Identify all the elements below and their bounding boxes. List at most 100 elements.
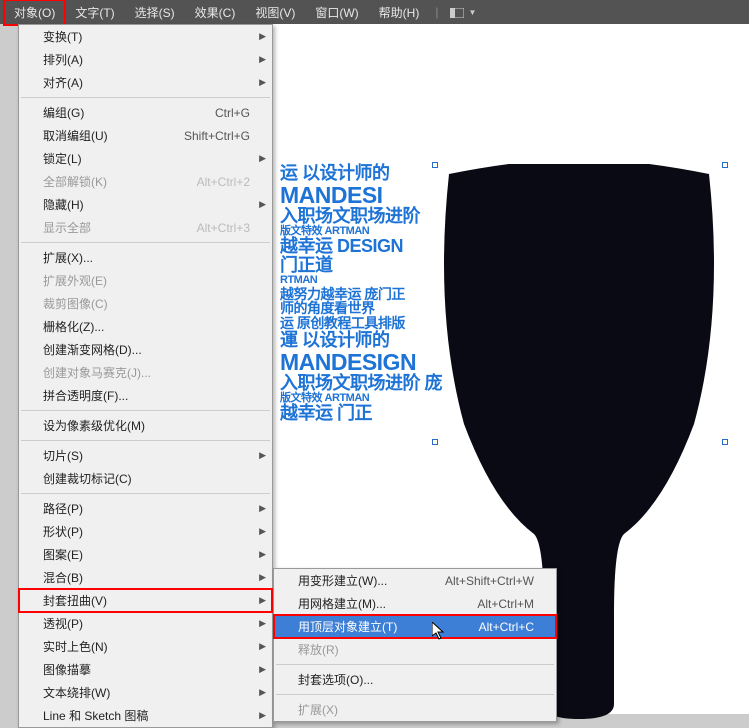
menu-item[interactable]: 封套扭曲(V)▶ xyxy=(19,589,272,612)
submenu-arrow-icon: ▶ xyxy=(259,450,266,461)
menu-item[interactable]: 编组(G) Ctrl+G xyxy=(19,101,272,124)
menu-item[interactable]: 锁定(L) ▶ xyxy=(19,147,272,170)
menu-item-label: Line 和 Sketch 图稿 xyxy=(43,707,148,724)
menu-item-label: 创建裁切标记(C) xyxy=(43,470,132,487)
selection-handle[interactable] xyxy=(432,162,438,168)
menu-item[interactable]: 文本绕排(W) ▶ xyxy=(19,681,272,704)
menu-item[interactable]: 排列(A) ▶ xyxy=(19,48,272,71)
menubar-item[interactable]: 对象(O) xyxy=(4,0,65,25)
menubar-item[interactable]: 视图(V) xyxy=(245,0,305,25)
menu-item-label: 设为像素级优化(M) xyxy=(43,417,145,434)
menu-item-label: 取消编组(U) xyxy=(43,127,108,144)
menu-item[interactable]: 栅格化(Z)... xyxy=(19,315,272,338)
menu-separator xyxy=(21,242,270,243)
menu-item-label: 透视(P) xyxy=(43,615,83,632)
submenu-arrow-icon: ▶ xyxy=(259,503,266,514)
menu-item-label: 锁定(L) xyxy=(43,150,82,167)
submenu-arrow-icon: ▶ xyxy=(259,199,266,210)
menu-item[interactable]: 创建裁切标记(C) xyxy=(19,467,272,490)
menu-item[interactable]: 切片(S) ▶ xyxy=(19,444,272,467)
menu-separator xyxy=(21,97,270,98)
menu-separator xyxy=(21,440,270,441)
menubar-item[interactable]: 选择(S) xyxy=(125,0,185,25)
menu-item[interactable]: 图案(E) ▶ xyxy=(19,543,272,566)
selection-handle[interactable] xyxy=(722,439,728,445)
menu-item[interactable]: 创建渐变网格(D)... xyxy=(19,338,272,361)
menu-item[interactable]: 变换(T)▶ xyxy=(19,25,272,48)
menu-item[interactable]: 图像描摹▶ xyxy=(19,658,272,681)
menu-item-shortcut: Ctrl+G xyxy=(215,106,250,120)
menubar-item[interactable]: 窗口(W) xyxy=(305,0,368,25)
canvas-text-line: MANDESI xyxy=(280,183,442,207)
submenu-arrow-icon: ▶ xyxy=(259,710,266,721)
canvas-text-line: 越幸运 DESIGN xyxy=(280,237,442,256)
menu-item-label: 显示全部 xyxy=(43,219,91,236)
submenu-arrow-icon: ▶ xyxy=(259,31,266,42)
menu-item-shortcut: Alt+Shift+Ctrl+W xyxy=(445,574,534,588)
menu-item[interactable]: 隐藏(H)▶ xyxy=(19,193,272,216)
menubar-item[interactable]: 效果(C) xyxy=(185,0,246,25)
menu-item[interactable]: Line 和 Sketch 图稿 ▶ xyxy=(19,704,272,727)
dropdown-arrow-icon[interactable]: ▼ xyxy=(468,8,476,17)
canvas-text-line: 门正道 xyxy=(280,256,442,275)
menubar: 对象(O)文字(T)选择(S)效果(C)视图(V)窗口(W)帮助(H) | ▼ xyxy=(0,0,749,24)
menu-item-shortcut: Alt+Ctrl+2 xyxy=(197,175,250,189)
menubar-separator: | xyxy=(435,5,438,19)
menu-item[interactable]: 取消编组(U)Shift+Ctrl+G xyxy=(19,124,272,147)
menu-item-label: 文本绕排(W) xyxy=(43,684,110,701)
menu-item[interactable]: 用网格建立(M)...Alt+Ctrl+M xyxy=(274,592,556,615)
menu-item-label: 扩展(X) xyxy=(298,701,338,718)
menu-item-label: 混合(B) xyxy=(43,569,83,586)
menu-item[interactable]: 用变形建立(W)... Alt+Shift+Ctrl+W xyxy=(274,569,556,592)
menu-item[interactable]: 用顶层对象建立(T) Alt+Ctrl+C xyxy=(274,615,556,638)
menu-item[interactable]: 对齐(A)▶ xyxy=(19,71,272,94)
submenu-arrow-icon: ▶ xyxy=(259,54,266,65)
menu-item-label: 切片(S) xyxy=(43,447,83,464)
menu-item[interactable]: 封套选项(O)... xyxy=(274,668,556,691)
menu-item-label: 创建对象马赛克(J)... xyxy=(43,364,151,381)
menu-item[interactable]: 实时上色(N)▶ xyxy=(19,635,272,658)
menu-item: 创建对象马赛克(J)... xyxy=(19,361,272,384)
submenu-arrow-icon: ▶ xyxy=(259,687,266,698)
submenu-arrow-icon: ▶ xyxy=(259,153,266,164)
submenu-arrow-icon: ▶ xyxy=(259,618,266,629)
menu-item-label: 扩展外观(E) xyxy=(43,272,107,289)
menu-item: 裁剪图像(C) xyxy=(19,292,272,315)
submenu-arrow-icon: ▶ xyxy=(259,77,266,88)
menu-separator xyxy=(21,493,270,494)
menu-item-label: 图像描摹 xyxy=(43,661,91,678)
object-menu: 变换(T)▶排列(A)▶对齐(A)▶编组(G)Ctrl+G取消编组(U)Shif… xyxy=(18,24,273,728)
selection-handle[interactable] xyxy=(432,439,438,445)
menu-item[interactable]: 透视(P) ▶ xyxy=(19,612,272,635)
menu-item[interactable]: 混合(B) ▶ xyxy=(19,566,272,589)
menu-item-label: 图案(E) xyxy=(43,546,83,563)
canvas-text-line: 越幸运 门正 xyxy=(280,404,442,423)
menu-item: 全部解锁(K)Alt+Ctrl+2 xyxy=(19,170,272,193)
menu-separator xyxy=(276,694,554,695)
menu-item-label: 栅格化(Z)... xyxy=(43,318,104,335)
menu-item: 扩展外观(E) xyxy=(19,269,272,292)
menu-separator xyxy=(21,410,270,411)
menu-item-label: 实时上色(N) xyxy=(43,638,108,655)
menu-item-label: 用网格建立(M)... xyxy=(298,595,386,612)
menu-item-shortcut: Alt+Ctrl+C xyxy=(479,620,534,634)
canvas-text-line: 师的角度看世界 xyxy=(280,301,442,316)
selection-handle[interactable] xyxy=(722,162,728,168)
submenu-arrow-icon: ▶ xyxy=(259,549,266,560)
envelope-distort-submenu: 用变形建立(W)...Alt+Shift+Ctrl+W用网格建立(M)...Al… xyxy=(273,568,557,722)
menu-item-label: 编组(G) xyxy=(43,104,84,121)
menu-item[interactable]: 设为像素级优化(M) xyxy=(19,414,272,437)
menu-item[interactable]: 扩展(X)... xyxy=(19,246,272,269)
panel-toggle-icon[interactable] xyxy=(450,7,464,17)
menu-item-label: 用变形建立(W)... xyxy=(298,572,387,589)
menu-item[interactable]: 路径(P)▶ xyxy=(19,497,272,520)
menu-item: 扩展(X) xyxy=(274,698,556,721)
menu-item[interactable]: 形状(P)▶ xyxy=(19,520,272,543)
menu-item[interactable]: 拼合透明度(F)... xyxy=(19,384,272,407)
menubar-item[interactable]: 文字(T) xyxy=(65,0,124,25)
menubar-item[interactable]: 帮助(H) xyxy=(369,0,430,25)
canvas-text-line: 运 以设计师的 xyxy=(280,164,442,183)
menu-item-label: 排列(A) xyxy=(43,51,83,68)
menu-item-label: 用顶层对象建立(T) xyxy=(298,618,397,635)
submenu-arrow-icon: ▶ xyxy=(259,572,266,583)
